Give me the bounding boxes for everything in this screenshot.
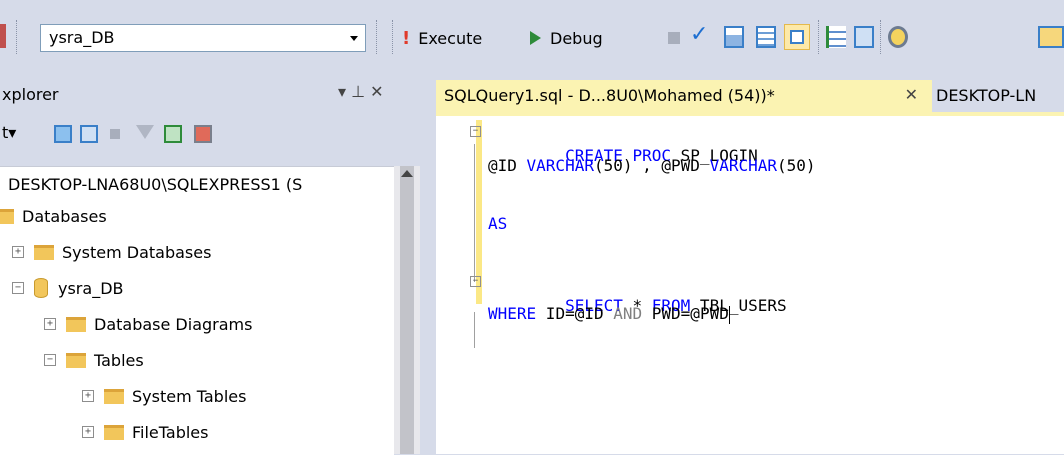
connect-button[interactable]: t▾: [2, 123, 16, 142]
execute-icon: !: [402, 27, 411, 49]
query-options-icon[interactable]: [756, 26, 776, 48]
tree-node-label: Database Diagrams: [94, 314, 253, 334]
tree-node-system-databases[interactable]: + System Databases: [12, 239, 211, 265]
parse-check-icon[interactable]: ✓: [690, 22, 708, 47]
tree-node-label: System Databases: [62, 242, 212, 262]
document-tab-bar: SQLQuery1.sql - D...8U0\Mohamed (54))* ✕…: [422, 76, 1064, 112]
folder-icon: [34, 244, 54, 260]
debug-label: Debug: [550, 28, 603, 48]
code-line-2: @ID VARCHAR(50) , @PWD VARCHAR(50): [488, 156, 816, 175]
toolbar-edge-icon: [0, 24, 6, 48]
filter-icon[interactable]: [136, 125, 154, 139]
close-icon[interactable]: ✕: [905, 85, 918, 104]
folder-icon: [104, 424, 124, 440]
tree-node-tables[interactable]: − Tables: [44, 347, 144, 373]
collapse-toggle-icon[interactable]: −: [12, 282, 24, 294]
code-line-6: − SELECT * FROM TBL_USERS: [470, 270, 816, 315]
results-to-grid-icon[interactable]: [784, 24, 810, 50]
execute-label: Execute: [418, 28, 483, 48]
indent-icon[interactable]: [854, 26, 874, 48]
folder-icon: [104, 388, 124, 404]
tree-node-ysra-db[interactable]: − ysra_DB: [12, 275, 123, 301]
toolbar-overflow-icon[interactable]: [1038, 26, 1064, 48]
scroll-up-icon[interactable]: [401, 170, 413, 177]
panel-window-controls[interactable]: ▾ ⊥ ✕: [338, 82, 384, 101]
query-editor[interactable]: − CREATE PROC SP_LOGIN @ID VARCHAR(50) , …: [436, 112, 1064, 454]
code-line-1: − CREATE PROC SP_LOGIN: [470, 120, 816, 165]
tree-node-server[interactable]: DESKTOP-LNA68U0\SQLEXPRESS1 (S: [8, 171, 302, 197]
debug-button[interactable]: Debug: [530, 24, 603, 52]
tab-label: SQLQuery1.sql - D...8U0\Mohamed (54))*: [444, 86, 775, 105]
expand-toggle-icon[interactable]: +: [82, 426, 94, 438]
tree-node-system-tables[interactable]: + System Tables: [82, 383, 246, 409]
tree-node-label: Databases: [22, 206, 107, 226]
execute-button[interactable]: ! Execute: [402, 24, 482, 52]
toolbar-separator: [880, 20, 881, 54]
collapse-toggle-icon[interactable]: −: [470, 276, 481, 287]
folder-icon: [66, 316, 86, 332]
disconnect-icon[interactable]: [80, 125, 98, 143]
sql-code[interactable]: − CREATE PROC SP_LOGIN @ID VARCHAR(50) , …: [470, 120, 816, 348]
scrollbar-thumb[interactable]: [400, 166, 414, 454]
fold-guide: [474, 312, 475, 348]
tree-scrollbar[interactable]: [394, 166, 420, 454]
tree-node-label: DESKTOP-LNA68U0\SQLEXPRESS1 (S: [8, 174, 303, 194]
text-caret: [728, 305, 730, 324]
fold-guide: [474, 144, 475, 282]
collapse-toggle-icon[interactable]: −: [470, 126, 481, 137]
object-explorer-toolbar: t▾: [0, 112, 422, 154]
collapse-toggle-icon[interactable]: −: [44, 354, 56, 366]
code-line-4: AS: [488, 214, 508, 233]
play-icon: [530, 31, 541, 45]
activity-monitor-icon[interactable]: [194, 125, 212, 143]
folder-icon: [0, 208, 14, 224]
tree-node-label: FileTables: [132, 422, 209, 442]
specify-values-icon[interactable]: [888, 26, 908, 48]
expand-toggle-icon[interactable]: +: [12, 246, 24, 258]
object-explorer-title-bar: xplorer ▾ ⊥ ✕: [0, 76, 422, 112]
database-select[interactable]: ysra_DB: [40, 24, 366, 52]
stop-icon[interactable]: [110, 129, 120, 139]
refresh-icon[interactable]: [164, 125, 182, 143]
display-estimated-plan-icon[interactable]: [724, 26, 744, 48]
code-line-7: WHERE ID=@ID AND PWD=@PWD: [488, 304, 730, 324]
toolbar-separator: [16, 20, 17, 54]
panel-title: xplorer: [2, 85, 59, 104]
tree-node-databases[interactable]: Databases: [0, 203, 107, 229]
toolbar-separator: [818, 20, 819, 54]
connect-object-explorer-icon[interactable]: [54, 125, 72, 143]
toolbar-separator: [376, 20, 377, 54]
database-select-value: ysra_DB: [49, 28, 115, 47]
query-editor-area: − CREATE PROC SP_LOGIN @ID VARCHAR(50) , …: [422, 112, 1064, 454]
object-explorer-panel: xplorer ▾ ⊥ ✕ t▾ DESKTOP-LNA68U0\SQLEXPR…: [0, 76, 422, 455]
tab-sqlquery1[interactable]: SQLQuery1.sql - D...8U0\Mohamed (54))* ✕: [436, 80, 932, 112]
tree-node-label: ysra_DB: [58, 278, 124, 298]
tree-node-label: System Tables: [132, 386, 247, 406]
toolbar: ysra_DB ! Execute Debug ✓: [0, 0, 1064, 77]
toolbar-separator: [392, 20, 393, 54]
stop-icon[interactable]: [668, 32, 680, 44]
database-icon: [34, 278, 48, 298]
object-explorer-tree: DESKTOP-LNA68U0\SQLEXPRESS1 (S Databases…: [0, 166, 394, 455]
tree-node-label: Tables: [94, 350, 144, 370]
folder-icon: [66, 352, 86, 368]
comment-lines-icon[interactable]: [826, 26, 846, 48]
tree-node-filetables[interactable]: + FileTables: [82, 419, 208, 445]
expand-toggle-icon[interactable]: +: [44, 318, 56, 330]
chevron-down-icon[interactable]: [343, 25, 365, 51]
expand-toggle-icon[interactable]: +: [82, 390, 94, 402]
tab-desktop[interactable]: DESKTOP-LN: [936, 86, 1036, 105]
tree-node-database-diagrams[interactable]: + Database Diagrams: [44, 311, 252, 337]
